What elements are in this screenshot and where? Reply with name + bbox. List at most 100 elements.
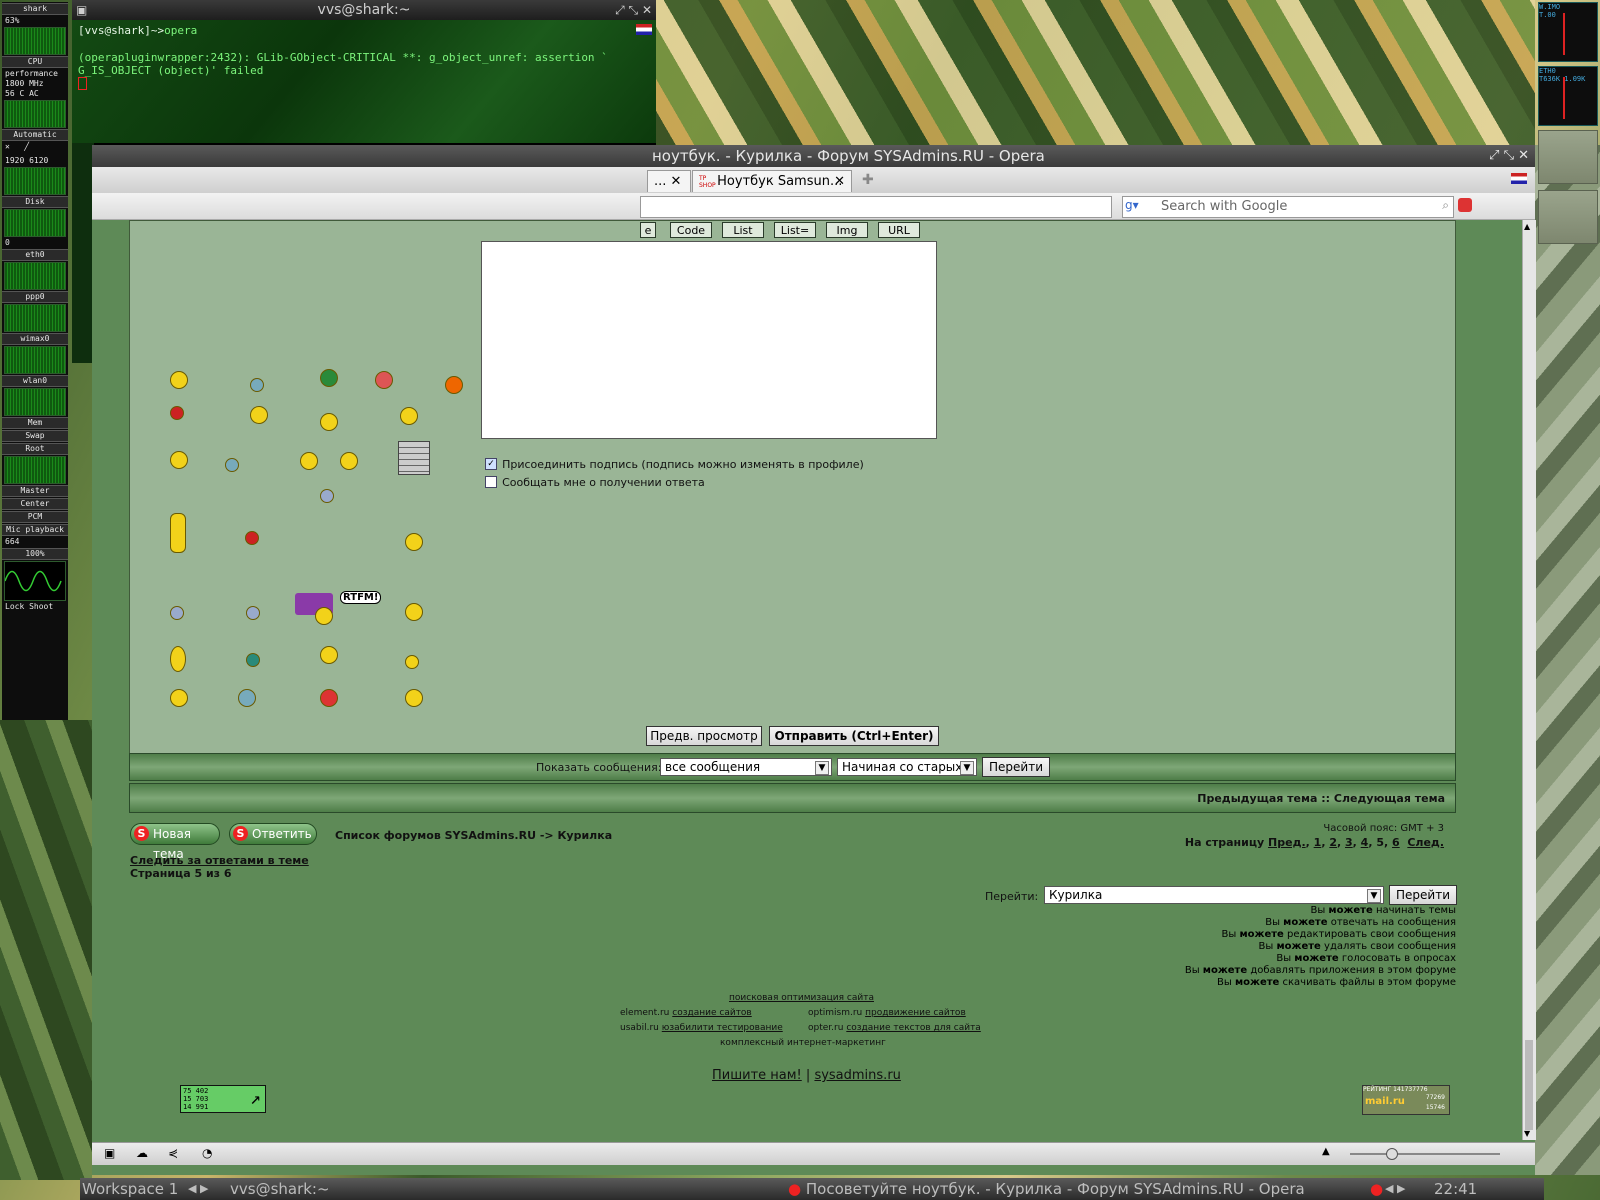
smiley-icon[interactable] xyxy=(246,653,260,667)
next-topic-link[interactable]: Следующая тема xyxy=(1334,792,1445,805)
jump-select[interactable]: Курилка ▼ xyxy=(1044,886,1384,904)
smiley-icon[interactable] xyxy=(375,371,393,389)
panel-icon[interactable]: ▣ xyxy=(104,1146,115,1160)
smiley-icon[interactable] xyxy=(405,655,419,669)
seo-link[interactable]: создание текстов для сайта xyxy=(846,1023,981,1033)
terminal-menu-icon[interactable]: ▣ xyxy=(76,0,87,20)
page-link-4[interactable]: 4 xyxy=(1361,836,1369,849)
tab-previous[interactable]: ... ✕ xyxy=(647,170,691,192)
page-link-6[interactable]: 6 xyxy=(1392,836,1400,849)
shoot-button[interactable]: Shoot xyxy=(29,602,53,611)
pcm-volume[interactable]: PCM xyxy=(2,511,68,523)
smiley-icon[interactable] xyxy=(320,689,338,707)
preview-button[interactable]: Предв. просмотр xyxy=(646,726,762,746)
page-link-2[interactable]: 2 xyxy=(1329,836,1337,849)
jump-go-button[interactable]: Перейти xyxy=(1389,885,1457,905)
bbcode-code-button[interactable]: Code xyxy=(670,222,712,238)
page-link-3[interactable]: 3 xyxy=(1345,836,1353,849)
close-icon[interactable]: ✕ xyxy=(834,171,845,193)
smiley-icon[interactable] xyxy=(238,689,256,707)
notify-reply-checkbox[interactable] xyxy=(485,475,497,488)
dock-slot[interactable] xyxy=(1538,190,1598,244)
bbcode-list-numbered-button[interactable]: List= xyxy=(774,222,816,238)
smiley-icon[interactable] xyxy=(400,407,418,425)
address-input[interactable] xyxy=(640,196,1112,218)
smiley-icon[interactable] xyxy=(405,603,423,621)
watch-topic-link[interactable]: Следить за ответами в теме xyxy=(130,854,309,867)
bbcode-button[interactable]: e xyxy=(640,222,656,238)
smiley-icon[interactable] xyxy=(300,452,318,470)
seo-link[interactable]: продвижение сайтов xyxy=(865,1008,966,1018)
scroll-up-icon[interactable]: ▲ xyxy=(1524,222,1530,231)
smiley-icon[interactable] xyxy=(245,531,259,545)
rtfm-bubble[interactable]: RTFM! xyxy=(340,591,382,604)
display-go-button[interactable]: Перейти xyxy=(982,757,1050,777)
smiley-icon[interactable] xyxy=(225,458,239,472)
terminal-body[interactable]: [vvs@shark]~>opera (operapluginwrapper:2… xyxy=(72,20,656,143)
task-terminal[interactable]: vvs@shark:~ xyxy=(230,1178,330,1200)
window-buttons[interactable]: ⤢ ⤡ ✕ xyxy=(1489,145,1529,167)
bbcode-url-button[interactable]: URL xyxy=(878,222,920,238)
terminal-titlebar[interactable]: vvs@shark:~ ⤢ ⤡ ✕ ▣ xyxy=(72,0,656,20)
dock-slot[interactable] xyxy=(1538,130,1598,184)
zoom-up-icon[interactable]: ▲ xyxy=(1322,1146,1330,1157)
smiley-icon[interactable] xyxy=(170,513,186,553)
submit-button[interactable]: Отправить (Ctrl+Enter) xyxy=(769,726,939,746)
bbcode-list-button[interactable]: List xyxy=(722,222,764,238)
browser-titlebar[interactable]: ноутбук. - Курилка - Форум SYSAdmins.RU … xyxy=(92,145,1535,167)
filter-select[interactable]: все сообщения ▼ xyxy=(660,758,832,776)
smiley-icon[interactable] xyxy=(405,533,423,551)
smiley-icon[interactable] xyxy=(170,371,188,389)
prev-page-link[interactable]: Пред. xyxy=(1268,836,1306,849)
scroll-down-icon[interactable]: ▼ xyxy=(1524,1129,1530,1138)
tab-active[interactable]: TP SHOP Ноутбук Samsun... ✕ xyxy=(692,170,852,192)
write-us-link[interactable]: Пишите нам! xyxy=(712,1068,802,1083)
center-volume[interactable]: Center xyxy=(2,498,68,510)
smiley-icon[interactable] xyxy=(320,369,338,387)
workspace-switch-icon[interactable]: ◀ ▶ xyxy=(188,1178,208,1200)
smiley-icon[interactable] xyxy=(250,406,268,424)
smiley-icon[interactable] xyxy=(170,689,188,707)
search-box[interactable]: g▾ Search with Google ⌕ xyxy=(1122,196,1454,218)
smiley-icon[interactable] xyxy=(445,376,463,394)
workspace-label[interactable]: Workspace 1 xyxy=(82,1178,178,1200)
speed-dial-icon[interactable]: ◔ xyxy=(202,1146,212,1160)
smiley-icon[interactable] xyxy=(246,606,260,620)
mic-playback[interactable]: Mic playback xyxy=(2,524,68,536)
brick-wall-icon[interactable] xyxy=(398,441,430,475)
panel-toggle-icon[interactable] xyxy=(1458,198,1472,212)
prev-topic-link[interactable]: Предыдущая тема xyxy=(1197,792,1317,805)
smiley-icon[interactable] xyxy=(170,646,186,672)
seo-link[interactable]: создание сайтов xyxy=(672,1008,751,1018)
smiley-icon[interactable] xyxy=(320,489,334,503)
smiley-icon[interactable] xyxy=(315,607,333,625)
new-tab-icon[interactable]: ✚ xyxy=(862,172,874,188)
attach-signature-checkbox[interactable]: ✓ xyxy=(485,457,497,470)
search-icon[interactable]: ⌕ xyxy=(1442,198,1449,213)
smiley-icon[interactable] xyxy=(250,378,264,392)
opera-tray-icon[interactable]: ● xyxy=(1370,1178,1383,1200)
site-link[interactable]: sysadmins.ru xyxy=(814,1068,900,1083)
zoom-slider[interactable] xyxy=(1350,1148,1500,1160)
bbcode-img-button[interactable]: Img xyxy=(826,222,868,238)
next-page-link[interactable]: След. xyxy=(1407,836,1444,849)
smiley-icon[interactable] xyxy=(340,452,358,470)
share-icon[interactable]: ⋞ xyxy=(168,1146,178,1160)
reply-button[interactable]: S Ответить xyxy=(229,823,317,845)
smiley-icon[interactable] xyxy=(170,606,184,620)
smiley-icon[interactable] xyxy=(170,451,188,469)
close-icon[interactable]: ✕ xyxy=(671,174,682,189)
smiley-icon[interactable] xyxy=(170,406,184,420)
zoom-slider-thumb[interactable] xyxy=(1386,1148,1398,1160)
task-opera[interactable]: ● Посоветуйте ноутбук. - Курилка - Форум… xyxy=(788,1178,1305,1200)
page-link-1[interactable]: 1 xyxy=(1314,836,1322,849)
master-volume[interactable]: Master xyxy=(2,485,68,497)
task-switch-icon[interactable]: ◀ ▶ xyxy=(1385,1178,1405,1200)
rating-widget[interactable]: РЕЙТИНГ 141737776 77269 mail.ru 15746 xyxy=(1362,1085,1450,1115)
google-icon[interactable]: g▾ xyxy=(1125,198,1153,214)
scroll-thumb[interactable] xyxy=(1525,1040,1533,1130)
page-scrollbar[interactable]: ▲ ▼ xyxy=(1522,220,1536,1140)
window-buttons[interactable]: ⤢ ⤡ ✕ xyxy=(615,0,652,20)
new-topic-button[interactable]: S Новая тема xyxy=(130,823,220,861)
lock-button[interactable]: Lock xyxy=(5,602,24,611)
